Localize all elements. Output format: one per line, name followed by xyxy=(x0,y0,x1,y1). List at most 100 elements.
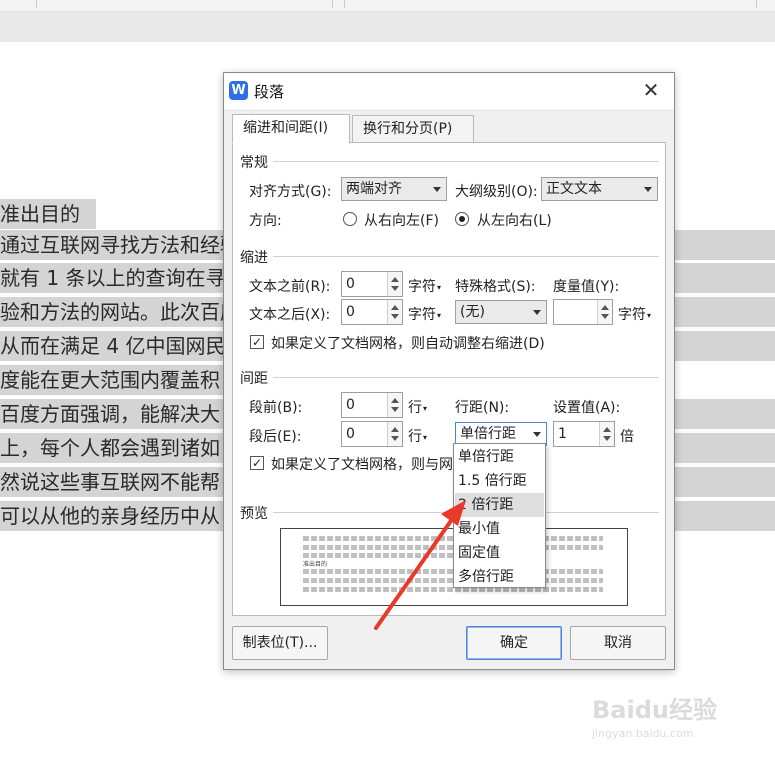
divider xyxy=(273,256,659,257)
arrow-down-icon xyxy=(391,314,399,319)
rtl-label: 从右向左(F) xyxy=(364,213,439,229)
line-spacing-dropdown: 单倍行距 1.5 倍行距 2 倍行距 最小值 固定值 多倍行距 xyxy=(453,443,546,588)
space-before-stepper[interactable]: 0 xyxy=(341,392,403,418)
dialog-titlebar[interactable]: W 段落 ✕ xyxy=(224,73,674,109)
ruler-tick xyxy=(332,0,333,8)
indent-after-label: 文本之后(X): xyxy=(249,307,331,323)
line-spacing-label: 行距(N): xyxy=(455,400,510,416)
divider xyxy=(273,161,659,162)
radio-ltr[interactable] xyxy=(455,212,469,226)
arrow-up-icon xyxy=(391,427,399,432)
arrow-up-icon xyxy=(391,277,399,282)
option-at-least[interactable]: 最小值 xyxy=(455,517,544,541)
unit-label: 字符 xyxy=(408,307,436,323)
dialog-title: 段落 xyxy=(254,83,285,101)
indent-grid-checkbox[interactable]: ✓ xyxy=(250,335,264,349)
arrow-down-icon xyxy=(391,436,399,441)
chevron-down-icon xyxy=(433,187,441,192)
special-format-value: (无) xyxy=(460,304,485,320)
indent-after-stepper[interactable]: 0 xyxy=(341,299,403,325)
indent-before-unit[interactable]: 字符▾ xyxy=(408,276,441,296)
arrow-up-icon xyxy=(391,305,399,310)
arrow-down-icon xyxy=(601,314,609,319)
cancel-button[interactable]: 取消 xyxy=(570,626,666,660)
tab-line-page-breaks[interactable]: 换行和分页(P) xyxy=(352,115,474,143)
arrow-down-icon xyxy=(391,286,399,291)
direction-label: 方向: xyxy=(249,213,282,229)
caret-icon: ▾ xyxy=(437,282,442,292)
option-double[interactable]: 2 倍行距 xyxy=(455,493,544,517)
doc-line: 度能在更大范围内覆盖积 xyxy=(0,365,240,395)
space-after-stepper[interactable]: 0 xyxy=(341,421,403,447)
caret-icon: ▾ xyxy=(647,310,652,320)
space-after-unit[interactable]: 行▾ xyxy=(408,426,427,446)
setting-value: 1 xyxy=(558,426,567,442)
special-format-select[interactable]: (无) xyxy=(455,300,547,324)
tab-stops-button[interactable]: 制表位(T)... xyxy=(232,626,328,660)
tab-panel: 常规 对齐方式(G): 两端对齐 大纲级别(O): 正文文本 方向: 从右向左(… xyxy=(232,142,666,616)
measure-stepper[interactable] xyxy=(553,299,613,325)
option-1-5[interactable]: 1.5 倍行距 xyxy=(455,469,544,493)
tab-indent-spacing[interactable]: 缩进和间距(I) xyxy=(232,114,350,144)
stepper-buttons[interactable] xyxy=(387,393,402,417)
option-exact[interactable]: 固定值 xyxy=(455,541,544,565)
preview-sample-text: 准出目的 xyxy=(303,561,328,568)
section-preview: 预览 xyxy=(240,506,268,522)
page-gutter xyxy=(0,12,775,42)
stepper-buttons[interactable] xyxy=(597,300,612,324)
ltr-label: 从左向右(L) xyxy=(477,213,552,229)
setting-value-stepper[interactable]: 1 xyxy=(553,421,615,447)
unit-label: 字符 xyxy=(408,279,436,295)
space-after-label: 段后(E): xyxy=(249,429,302,445)
preview-line xyxy=(303,553,453,558)
indent-before-value: 0 xyxy=(346,276,355,292)
spacing-grid-label: 如果定义了文档网格，则与网格对齐 xyxy=(271,457,453,473)
chevron-down-icon xyxy=(533,432,541,437)
spacing-grid-checkbox[interactable]: ✓ xyxy=(250,456,264,470)
section-spacing: 间距 xyxy=(240,371,268,387)
stepper-buttons[interactable] xyxy=(387,422,402,446)
indent-before-stepper[interactable]: 0 xyxy=(341,271,403,297)
radio-rtl[interactable] xyxy=(343,212,357,226)
paragraph-dialog: W 段落 ✕ 缩进和间距(I) 换行和分页(P) 常规 对齐方式(G): 两端对… xyxy=(223,72,675,670)
space-before-label: 段前(B): xyxy=(249,400,303,416)
stepper-buttons[interactable] xyxy=(387,300,402,324)
special-label: 特殊格式(S): xyxy=(455,279,536,295)
watermark-url: jingyan.baidu.com xyxy=(592,727,694,740)
measure-unit[interactable]: 字符▾ xyxy=(618,304,651,324)
section-general: 常规 xyxy=(240,155,268,171)
indent-after-value: 0 xyxy=(346,304,355,320)
caret-icon: ▾ xyxy=(423,403,428,413)
option-multiple[interactable]: 多倍行距 xyxy=(455,565,544,589)
align-value: 两端对齐 xyxy=(346,181,402,197)
line-spacing-value: 单倍行距 xyxy=(460,426,516,442)
caret-icon: ▾ xyxy=(437,310,442,320)
stepper-buttons[interactable] xyxy=(387,272,402,296)
space-before-unit[interactable]: 行▾ xyxy=(408,397,427,417)
watermark-logo: Baidu经验 xyxy=(592,696,717,724)
divider xyxy=(273,377,659,378)
stepper-buttons[interactable] xyxy=(599,422,614,446)
arrow-down-icon xyxy=(391,407,399,412)
arrow-up-icon xyxy=(603,427,611,432)
arrow-up-icon xyxy=(601,305,609,310)
doc-line: 准出目的 xyxy=(0,199,96,229)
setting-unit: 倍 xyxy=(620,429,634,445)
section-indent: 缩进 xyxy=(240,250,268,266)
outline-select[interactable]: 正文文本 xyxy=(541,177,658,201)
arrow-up-icon xyxy=(391,398,399,403)
ok-button[interactable]: 确定 xyxy=(466,626,562,660)
indent-after-unit[interactable]: 字符▾ xyxy=(408,304,441,324)
space-before-value: 0 xyxy=(346,397,355,413)
option-single[interactable]: 单倍行距 xyxy=(455,445,544,469)
align-select[interactable]: 两端对齐 xyxy=(341,177,447,201)
caret-icon: ▾ xyxy=(423,432,428,442)
chevron-down-icon xyxy=(644,187,652,192)
outline-value: 正文文本 xyxy=(546,181,602,197)
ruler xyxy=(0,0,775,12)
ruler-tick xyxy=(344,0,345,8)
wps-writer-icon: W xyxy=(229,81,248,100)
baidu-jingyan-watermark: Baidu经验 jingyan.baidu.com xyxy=(592,690,742,750)
close-icon[interactable]: ✕ xyxy=(640,79,662,101)
indent-before-label: 文本之前(R): xyxy=(249,279,331,295)
